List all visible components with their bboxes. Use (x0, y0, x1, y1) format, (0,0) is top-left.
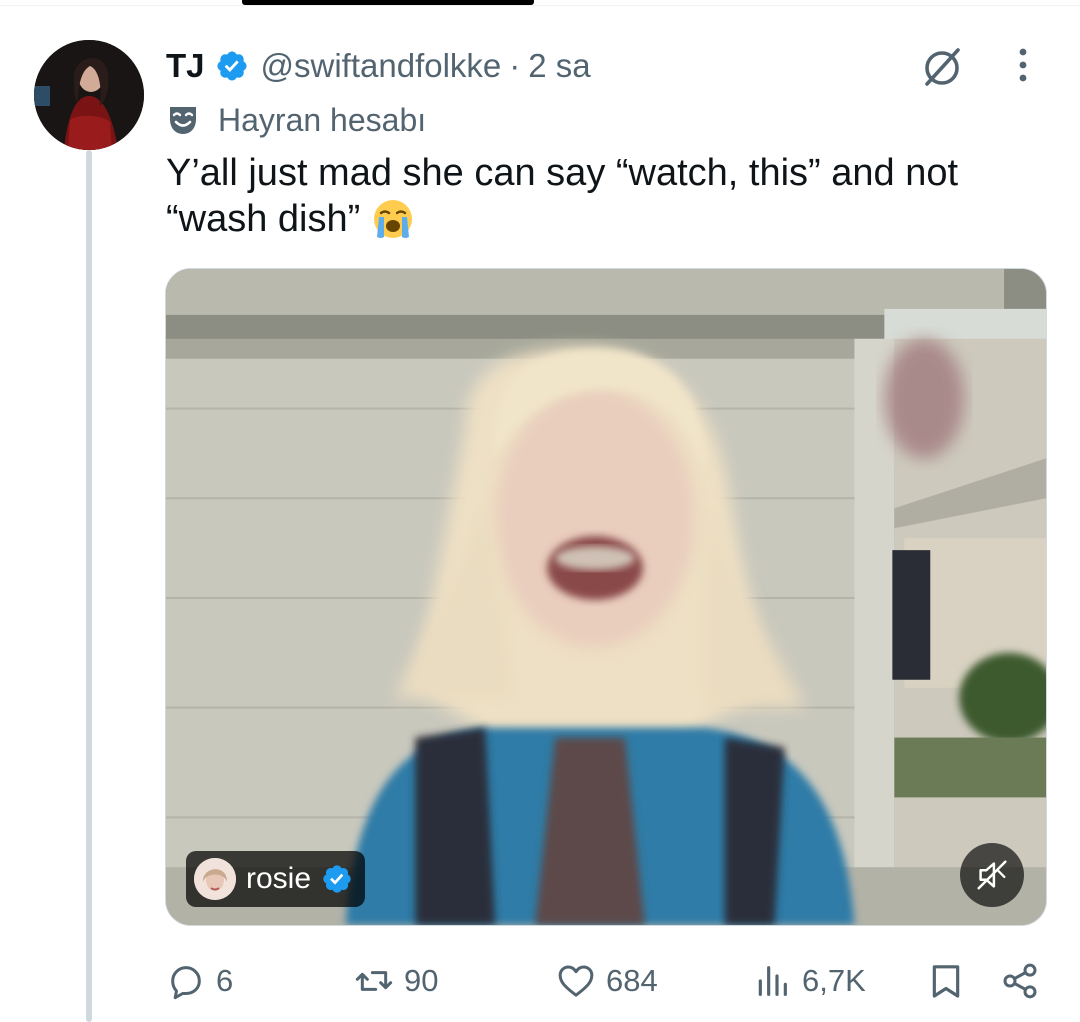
heart-icon (558, 965, 594, 997)
share-icon (1003, 963, 1037, 999)
repost-icon (355, 971, 393, 991)
tweet-timestamp[interactable]: 2 sa (528, 47, 590, 85)
reply-count: 6 (216, 963, 234, 998)
reply-icon (171, 966, 201, 1000)
view-count: 6,7K (802, 963, 866, 998)
creator-chip[interactable]: rosie (186, 851, 366, 907)
loudly-crying-face-icon (373, 200, 412, 238)
share-button[interactable] (1000, 956, 1040, 1006)
repost-button[interactable]: 90 (354, 956, 438, 1006)
divider (0, 5, 1080, 6)
meta-separator: · (509, 47, 521, 84)
fan-account-label: Hayran hesabı (166, 98, 426, 142)
like-button[interactable]: 684 (556, 956, 658, 1006)
theater-mask-icon (170, 107, 196, 134)
tweet-header: TJ @swiftandfolkke · 2 sa (166, 44, 591, 88)
author-name[interactable]: TJ (166, 47, 205, 85)
tweet-text: Y’all just mad she can say “watch, this”… (166, 152, 959, 240)
verified-badge-icon (323, 865, 351, 893)
like-count: 684 (606, 963, 658, 998)
speaker-muted-icon (977, 860, 1007, 890)
thread-connector-line (86, 150, 92, 1022)
tweet-actions-bar: 6 90 684 6,7K (0, 956, 1080, 1006)
author-handle[interactable]: @swiftandfolkke (261, 47, 502, 85)
more-options-icon[interactable] (1008, 44, 1038, 88)
creator-name: rosie (246, 862, 312, 895)
tweet-body: Y’all just mad she can say “watch, this”… (166, 150, 1046, 242)
verified-badge-icon (216, 51, 247, 81)
fan-label-text: Hayran hesabı (218, 101, 427, 138)
mute-toggle-button[interactable] (960, 843, 1024, 907)
creator-avatar (194, 858, 236, 900)
bookmark-button[interactable] (926, 956, 966, 1006)
author-avatar[interactable] (34, 40, 144, 150)
grok-icon[interactable] (918, 44, 966, 92)
bookmark-icon (932, 965, 960, 998)
video-frame (166, 269, 1046, 925)
tweet-video[interactable]: rosie (165, 268, 1047, 926)
reply-button[interactable]: 6 (166, 956, 233, 1006)
repost-count: 90 (404, 963, 439, 998)
views-button[interactable]: 6,7K (752, 956, 866, 1006)
analytics-icon (758, 966, 787, 996)
